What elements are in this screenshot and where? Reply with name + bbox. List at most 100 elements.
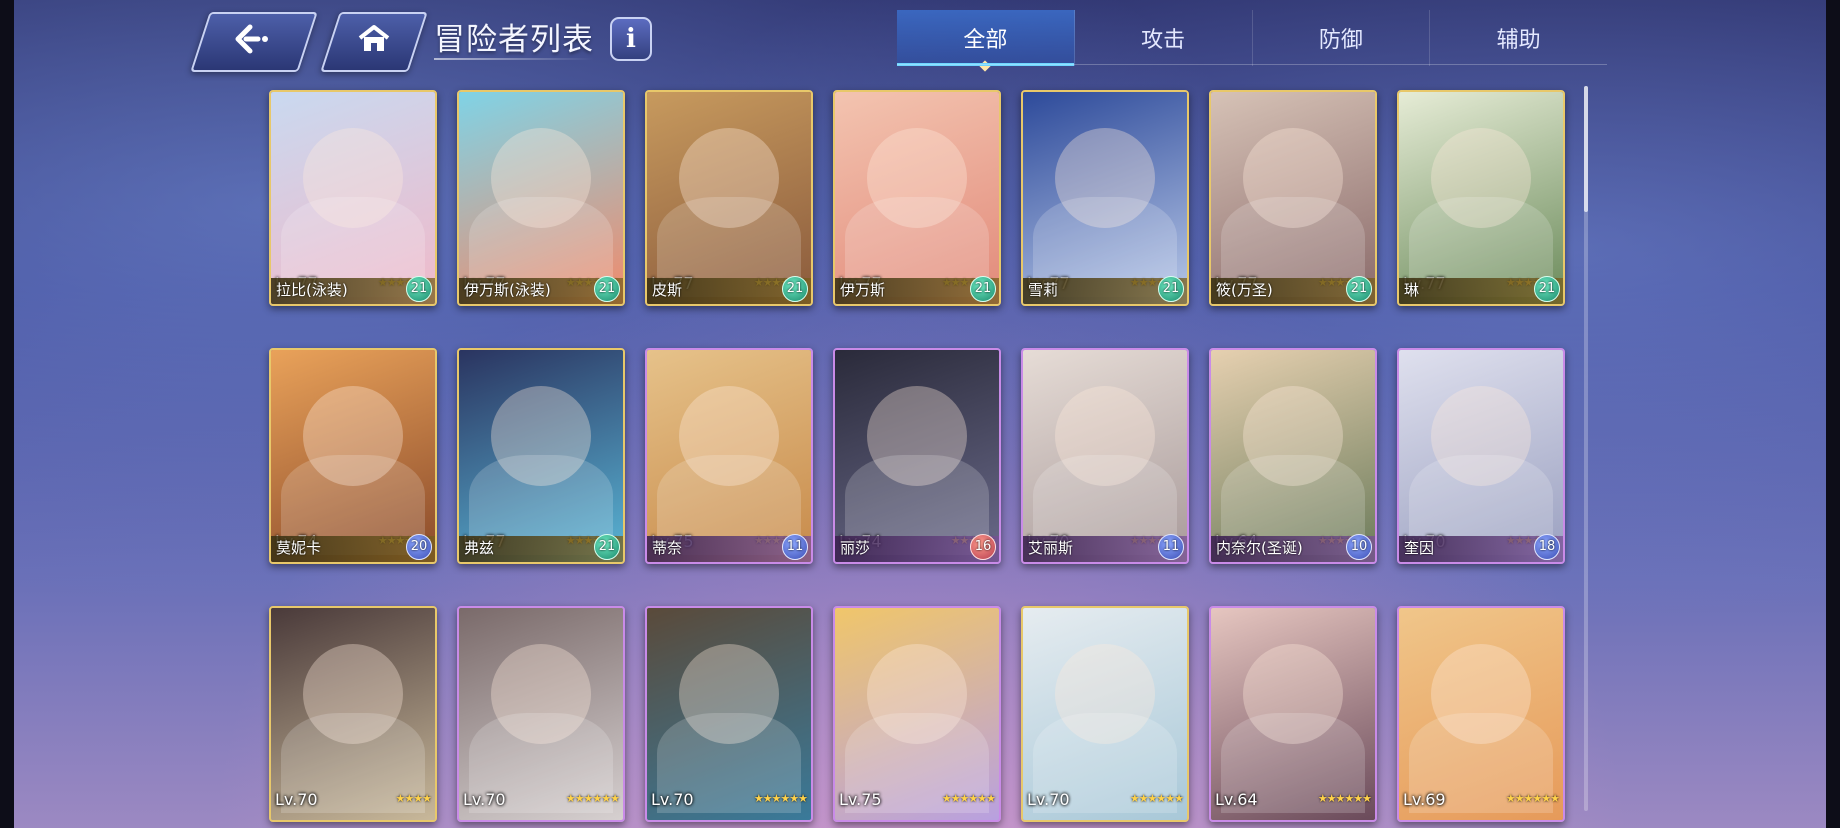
adventurer-portrait (1211, 350, 1375, 562)
right-edge (1826, 0, 1840, 828)
star-rating: ★★★★★★ (565, 792, 620, 805)
tabs-divider (897, 64, 1607, 65)
star-rating: ★★★★★★ (1129, 792, 1184, 805)
adventurer-portrait (1399, 92, 1563, 304)
adventurer-card[interactable]: Lv.77★★★★★★筱(万圣)21 (1209, 90, 1377, 306)
scrollbar[interactable] (1584, 86, 1588, 811)
adventurer-portrait (1023, 92, 1187, 304)
scrollbar-thumb[interactable] (1584, 86, 1588, 212)
adventurer-card[interactable]: Lv.70 ★★★★★★ (457, 606, 625, 822)
adventurer-name: 艾丽斯 (1028, 539, 1074, 557)
adventurer-card[interactable]: Lv.70 ★★★★ (269, 606, 437, 822)
adventurer-portrait (459, 350, 623, 562)
adventurer-portrait (835, 608, 999, 820)
adventurer-portrait (647, 608, 811, 820)
adventurer-level: Lv.70 (651, 790, 694, 809)
adventurer-level: Lv.64 (1215, 790, 1258, 809)
back-button[interactable] (190, 12, 318, 72)
adventurer-card[interactable]: Lv.69 ★★★★★★ (1397, 606, 1565, 822)
tab-support-label: 辅助 (1496, 28, 1541, 53)
adventurer-level: Lv.70 (463, 790, 506, 809)
adventurer-card[interactable]: Lv.77★★★★★★琳21 (1397, 90, 1565, 306)
adventurer-portrait (647, 350, 811, 562)
adventurer-level: Lv.75 (839, 790, 882, 809)
adventurer-portrait (271, 92, 435, 304)
star-rating: ★★★★ (395, 792, 432, 805)
adventurer-card[interactable]: Lv.70 ★★★★★★ (1021, 606, 1189, 822)
adventurer-portrait (1023, 350, 1187, 562)
adventurer-portrait (1211, 92, 1375, 304)
star-rating: ★★★★★★ (941, 792, 996, 805)
home-button[interactable] (320, 12, 428, 72)
left-edge (0, 0, 14, 828)
adventurer-card[interactable]: Lv.77★★★★★★拉比(泳装)21 (269, 90, 437, 306)
adventurer-card[interactable]: Lv.75★★★★★★蒂奈11 (645, 348, 813, 564)
adventurer-card[interactable]: Lv.70★★★★★★奎因18 (1397, 348, 1565, 564)
tab-all-label: 全部 (963, 28, 1008, 53)
tab-defense-label: 防御 (1318, 28, 1363, 53)
adventurer-portrait (1023, 608, 1187, 820)
rank-badge: 21 (594, 534, 620, 560)
adventurer-name: 内奈尔(圣诞) (1216, 539, 1303, 557)
tab-all[interactable]: 全部 (897, 10, 1075, 72)
adventurer-card[interactable]: Lv.77★★★★★★伊万斯21 (833, 90, 1001, 306)
adventurer-name: 丽莎 (840, 539, 871, 557)
rank-badge: 21 (1158, 276, 1184, 302)
rank-badge: 11 (1158, 534, 1184, 560)
home-icon (357, 24, 391, 60)
back-arrow-icon (232, 23, 276, 61)
adventurer-portrait (835, 92, 999, 304)
adventurer-portrait (271, 608, 435, 820)
tab-attack[interactable]: 攻击 (1075, 10, 1253, 66)
rank-badge: 21 (1346, 276, 1372, 302)
page-title: 冒险者列表 (434, 22, 594, 58)
rank-badge: 11 (782, 534, 808, 560)
info-icon[interactable]: i (610, 17, 652, 61)
rank-badge: 21 (406, 276, 432, 302)
adventurer-card[interactable]: Lv.74★★★★★★莫妮卡20 (269, 348, 437, 564)
title-underline (434, 58, 594, 60)
adventurer-card[interactable]: Lv.77★★★★★★伊万斯(泳装)21 (457, 90, 625, 306)
adventurer-name: 伊万斯(泳装) (464, 281, 551, 299)
adventurer-card[interactable]: Lv.74★★★★★丽莎16 (833, 348, 1001, 564)
adventurer-name: 琳 (1404, 281, 1420, 299)
adventurer-name: 奎因 (1404, 539, 1435, 557)
rank-badge: 20 (406, 534, 432, 560)
star-rating: ★★★★★★ (1505, 792, 1560, 805)
active-indicator (979, 60, 992, 72)
adventurer-name: 筱(万圣) (1216, 281, 1273, 299)
adventurer-name: 皮斯 (652, 281, 683, 299)
rank-badge: 21 (1534, 276, 1560, 302)
adventurer-level: Lv.69 (1403, 790, 1446, 809)
adventurer-name: 莫妮卡 (276, 539, 322, 557)
adventurer-card[interactable]: Lv.70 ★★★★★★ (645, 606, 813, 822)
rank-badge: 16 (970, 534, 996, 560)
star-rating: ★★★★★★ (1317, 792, 1372, 805)
adventurer-card[interactable]: Lv.64★★★★★★内奈尔(圣诞)10 (1209, 348, 1377, 564)
adventurer-portrait (459, 608, 623, 820)
adventurer-card[interactable]: Lv.77★★★★★★雪莉21 (1021, 90, 1189, 306)
tab-defense[interactable]: 防御 (1253, 10, 1431, 66)
adventurer-card[interactable]: Lv.75 ★★★★★★ (833, 606, 1001, 822)
adventurer-grid: Lv.77★★★★★★拉比(泳装)21Lv.77★★★★★★伊万斯(泳装)21L… (269, 90, 1565, 822)
adventurer-card[interactable]: Lv.77★★★★★★皮斯21 (645, 90, 813, 306)
adventurer-portrait (1399, 350, 1563, 562)
rank-badge: 21 (782, 276, 808, 302)
adventurer-card[interactable]: Lv.64 ★★★★★★ (1209, 606, 1377, 822)
adventurer-card[interactable]: Lv.77★★★★★★弗兹21 (457, 348, 625, 564)
rank-badge: 21 (594, 276, 620, 302)
category-tabs: 全部 攻击 防御 辅助 (897, 10, 1607, 72)
tab-attack-label: 攻击 (1141, 28, 1186, 53)
rank-badge: 21 (970, 276, 996, 302)
adventurer-name: 弗兹 (464, 539, 495, 557)
adventurer-portrait (271, 350, 435, 562)
tab-support[interactable]: 辅助 (1430, 10, 1607, 66)
adventurer-card[interactable]: Lv.70★★★★★★艾丽斯11 (1021, 348, 1189, 564)
adventurer-portrait (835, 350, 999, 562)
star-rating: ★★★★★★ (753, 792, 808, 805)
adventurer-portrait (1399, 608, 1563, 820)
adventurer-name: 拉比(泳装) (276, 281, 348, 299)
adventurer-portrait (459, 92, 623, 304)
adventurer-level: Lv.70 (1027, 790, 1070, 809)
adventurer-portrait (647, 92, 811, 304)
